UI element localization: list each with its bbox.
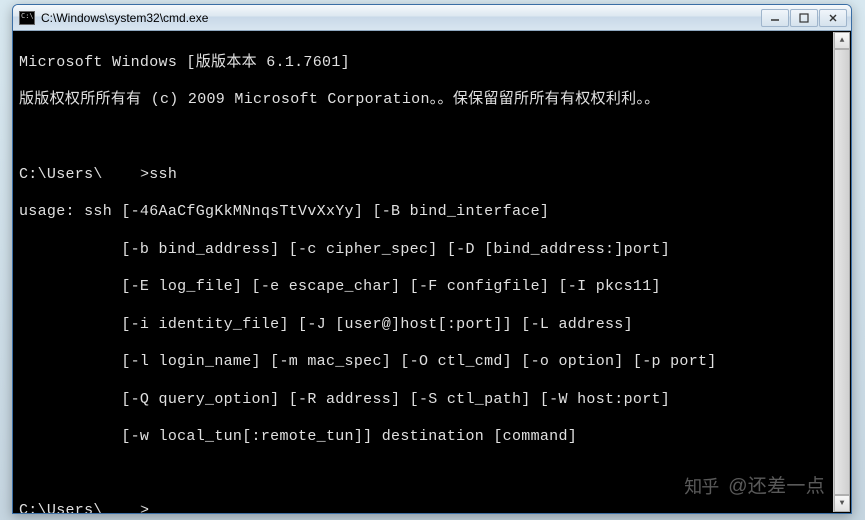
prompt-cursor: >: [140, 502, 149, 513]
scroll-thumb[interactable]: [834, 49, 850, 495]
prompt-line-2: C:\Users\████>: [19, 502, 845, 513]
usage-line: [-w local_tun[:remote_tun]] destination …: [19, 428, 845, 447]
window-title: C:\Windows\system32\cmd.exe: [41, 11, 761, 25]
scroll-down-button[interactable]: ▼: [834, 495, 850, 512]
redacted-username: ████: [103, 166, 140, 185]
minimize-button[interactable]: [761, 9, 789, 27]
redacted-username: ████: [103, 502, 140, 513]
terminal-output[interactable]: Microsoft Windows [版版本本 6.1.7601] 版版权权所所…: [13, 31, 851, 513]
copyright-line: 版版权权所所有有 (c) 2009 Microsoft Corporation。…: [19, 91, 845, 110]
usage-line: usage: ssh [-46AaCfGgKkMNnqsTtVvXxYy] [-…: [19, 203, 845, 222]
prompt-command: >ssh: [140, 166, 177, 185]
usage-line: [-l login_name] [-m mac_spec] [-O ctl_cm…: [19, 353, 845, 372]
blank-line: [19, 466, 845, 484]
usage-line: [-E log_file] [-e escape_char] [-F confi…: [19, 278, 845, 297]
usage-line: [-i identity_file] [-J [user@]host[:port…: [19, 316, 845, 335]
prompt-path: C:\Users\: [19, 166, 103, 185]
prompt-path: C:\Users\: [19, 502, 103, 513]
blank-line: [19, 129, 845, 147]
title-bar[interactable]: C:\Windows\system32\cmd.exe: [13, 5, 851, 31]
usage-line: [-Q query_option] [-R address] [-S ctl_p…: [19, 391, 845, 410]
maximize-button[interactable]: [790, 9, 818, 27]
scroll-track[interactable]: [834, 49, 850, 495]
cmd-icon: [19, 11, 35, 25]
version-line: Microsoft Windows [版版本本 6.1.7601]: [19, 54, 845, 73]
usage-line: [-b bind_address] [-c cipher_spec] [-D […: [19, 241, 845, 260]
close-button[interactable]: [819, 9, 847, 27]
prompt-line-1: C:\Users\████>ssh: [19, 166, 845, 185]
window-controls: [761, 9, 847, 27]
cmd-window: C:\Windows\system32\cmd.exe Microsoft Wi…: [12, 4, 852, 514]
scroll-up-button[interactable]: ▲: [834, 32, 850, 49]
vertical-scrollbar[interactable]: ▲ ▼: [833, 32, 850, 512]
